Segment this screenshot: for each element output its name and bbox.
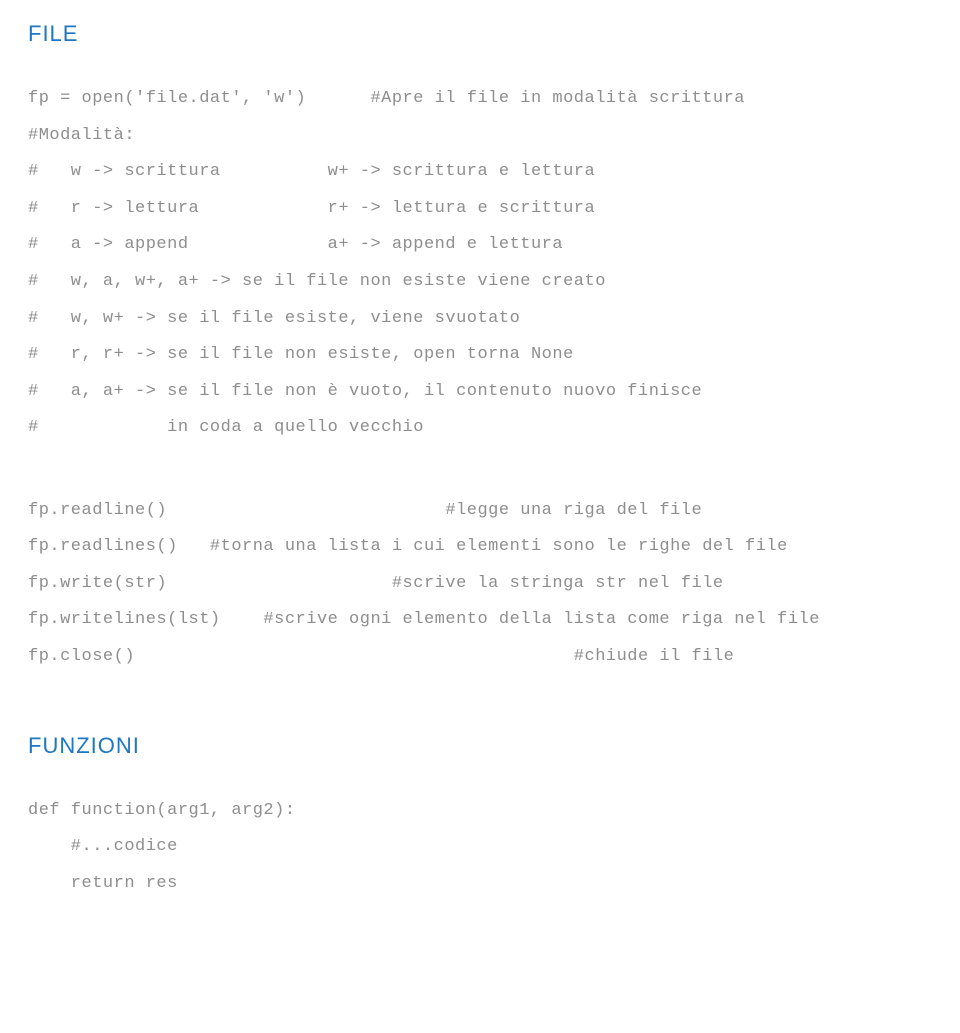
code-line: # a -> append a+ -> append e lettura	[28, 227, 960, 264]
code-line: fp.readlines() #torna una lista i cui el…	[28, 529, 960, 566]
code-line: #Modalità:	[28, 118, 960, 155]
code-line: # in coda a quello vecchio	[28, 410, 960, 447]
code-line: fp = open('file.dat', 'w') #Apre il file…	[28, 81, 960, 118]
section-heading-funzioni: FUNZIONI	[28, 722, 960, 769]
code-line: fp.write(str) #scrive la stringa str nel…	[28, 566, 960, 603]
code-line: fp.readline() #legge una riga del file	[28, 493, 960, 530]
code-line: # a, a+ -> se il file non è vuoto, il co…	[28, 374, 960, 411]
file-open-block: fp = open('file.dat', 'w') #Apre il file…	[28, 81, 960, 446]
code-line: fp.close() #chiude il file	[28, 639, 960, 676]
code-line: def function(arg1, arg2):	[28, 793, 960, 830]
code-line: #...codice	[28, 829, 960, 866]
file-methods-block: fp.readline() #legge una riga del file f…	[28, 493, 960, 676]
code-line: # r, r+ -> se il file non esiste, open t…	[28, 337, 960, 374]
code-line: # r -> lettura r+ -> lettura e scrittura	[28, 191, 960, 228]
code-line: # w, a, w+, a+ -> se il file non esiste …	[28, 264, 960, 301]
code-line: # w -> scrittura w+ -> scrittura e lettu…	[28, 154, 960, 191]
funzioni-block: def function(arg1, arg2): #...codice ret…	[28, 793, 960, 903]
code-line: return res	[28, 866, 960, 903]
section-heading-file: FILE	[28, 10, 960, 57]
code-line: # w, w+ -> se il file esiste, viene svuo…	[28, 301, 960, 338]
code-line: fp.writelines(lst) #scrive ogni elemento…	[28, 602, 960, 639]
